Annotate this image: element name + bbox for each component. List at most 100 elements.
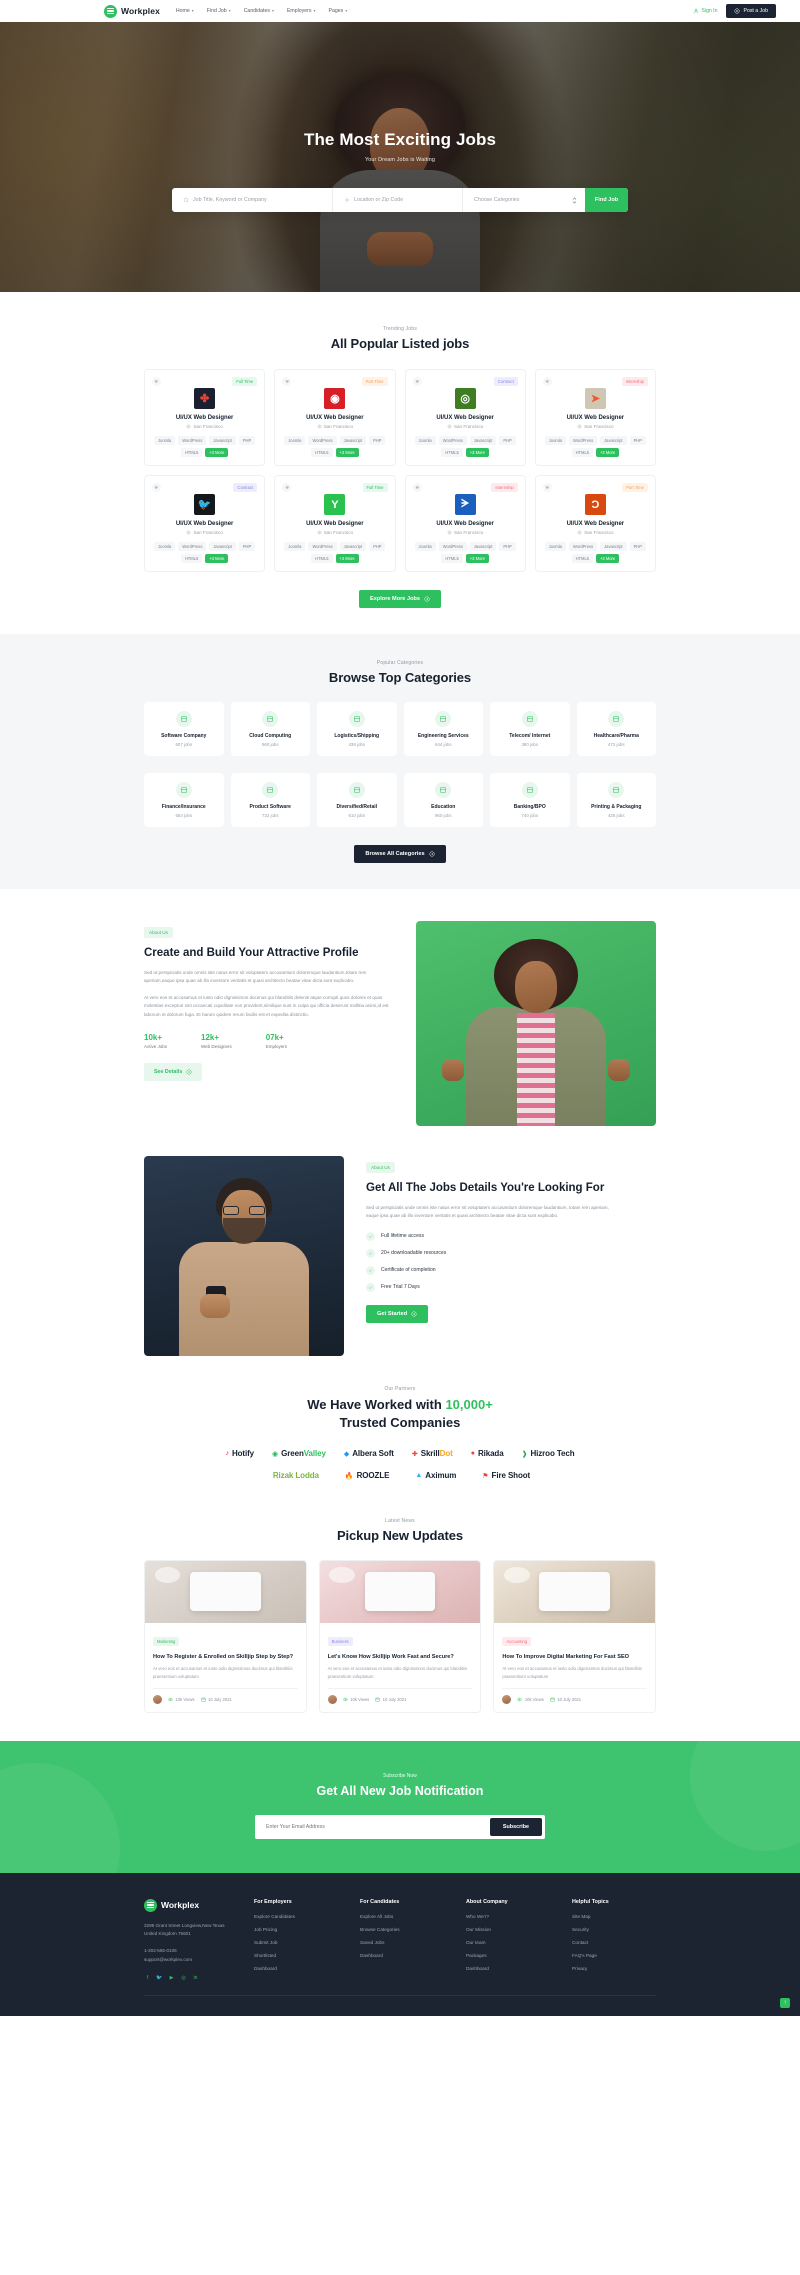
facebook-icon[interactable]: f (144, 1974, 151, 1981)
footer-email[interactable]: support@workplex.com (144, 1956, 232, 1965)
skill-more-tag[interactable]: +3 More (335, 554, 359, 563)
category-card[interactable]: Cloud Computing 960 jobs (230, 702, 310, 756)
category-card[interactable]: Healthcare/Pharma 472 jobs (576, 702, 656, 756)
partner-logo[interactable]: ❱ Hizroo Tech (522, 1449, 575, 1458)
favorite-icon[interactable] (282, 377, 292, 386)
footer-link[interactable]: Who We'r? (466, 1914, 550, 1919)
nav-item-candidates[interactable]: Candidates ▾ (244, 8, 274, 14)
skill-tag: Joomla (284, 436, 306, 445)
news-card[interactable]: Marketing How To Register & Enrolled on … (144, 1560, 307, 1713)
footer-link[interactable]: Our Mission (466, 1927, 550, 1932)
footer-link[interactable]: Dashboard (466, 1966, 550, 1971)
search-category-select[interactable]: Choose Categories (463, 188, 585, 212)
footer-link[interactable]: Privacy (572, 1966, 656, 1971)
category-grid-row1: Software Company 607 jobs Cloud Computin… (144, 702, 656, 756)
skill-more-tag[interactable]: +3 More (335, 448, 359, 457)
nav-item-find-job[interactable]: Find Job ▾ (207, 8, 231, 14)
footer-link[interactable]: Browse Categories (360, 1927, 444, 1932)
arrow-right-circle-icon (424, 596, 430, 602)
search-location-field[interactable]: Location or Zip Code (333, 188, 463, 212)
footer-link[interactable]: Packages (466, 1953, 550, 1958)
skill-more-tag[interactable]: +3 More (596, 448, 620, 457)
favorite-icon[interactable] (412, 377, 422, 386)
find-job-button[interactable]: Find Job (585, 188, 628, 212)
job-card[interactable]: Internship ᗒ UI/UX Web Designer San Fran… (404, 475, 526, 572)
job-card[interactable]: Full Time ✤ UI/UX Web Designer San Franc… (144, 369, 266, 466)
footer-link[interactable]: Dashboard (360, 1953, 444, 1958)
partner-logo[interactable]: Rizak Lodda (270, 1471, 319, 1480)
category-card[interactable]: Diversified/Retail 610 jobs (317, 773, 397, 827)
category-card[interactable]: Product Software 732 jobs (230, 773, 310, 827)
job-card[interactable]: Internship ➤ UI/UX Web Designer San Fran… (534, 369, 656, 466)
category-card[interactable]: Finance/Insurance 654 jobs (144, 773, 224, 827)
search-keyword-field[interactable]: Job Title, Keyword or Company (183, 188, 333, 212)
category-card[interactable]: Logistics/Shipping 438 jobs (317, 702, 397, 756)
news-card[interactable]: Business Let's Know How Skilljip Work Fa… (318, 1560, 482, 1713)
get-started-button[interactable]: Get Started (366, 1304, 429, 1323)
post-job-button[interactable]: Post a Job (726, 4, 776, 18)
category-card[interactable]: Banking/BPO 740 jobs (490, 773, 570, 827)
partner-logos-row2: Rizak Lodda 🔥 ROOZLE ▲ Aximum ⚑ Fire Sho… (144, 1471, 656, 1480)
skill-more-tag[interactable]: +3 More (596, 554, 620, 563)
partner-logo[interactable]: ◆ Albera Soft (344, 1449, 394, 1458)
skill-more-tag[interactable]: +3 More (465, 554, 489, 563)
job-card[interactable]: Full Time Y UI/UX Web Designer San Franc… (274, 475, 396, 572)
scroll-to-top-button[interactable]: ↑ (780, 1998, 790, 2009)
skill-more-tag[interactable]: +3 More (465, 448, 489, 457)
partner-logo[interactable]: ⚑ Fire Shoot (482, 1471, 530, 1480)
favorite-icon[interactable] (412, 483, 422, 492)
footer-link[interactable]: Our team (466, 1940, 550, 1945)
footer-link[interactable]: Dashboard (254, 1966, 338, 1971)
footer-link[interactable]: Saved Jobs (360, 1940, 444, 1945)
job-card[interactable]: Contract 🐦 UI/UX Web Designer San Franci… (144, 475, 266, 572)
twitter-icon[interactable]: 🐦 (156, 1974, 163, 1981)
brand-logo[interactable]: Workplex (104, 4, 160, 18)
partner-logo[interactable]: ● Rikada (471, 1449, 504, 1458)
skill-more-tag[interactable]: +3 More (205, 554, 229, 563)
favorite-icon[interactable] (282, 483, 292, 492)
nav-item-employers[interactable]: Employers ▾ (287, 8, 316, 14)
browse-all-categories-button[interactable]: Browse All Categories (354, 845, 446, 863)
footer-link[interactable]: Explore All Jobs (360, 1914, 444, 1919)
explore-more-jobs-button[interactable]: Explore More Jobs (358, 590, 442, 608)
footer-link[interactable]: Security (572, 1927, 656, 1932)
sign-in-button[interactable]: Sign In (693, 8, 717, 14)
job-card[interactable]: Part Time ◉ UI/UX Web Designer San Franc… (274, 369, 396, 466)
footer-link[interactable]: Shortlisted (254, 1953, 338, 1958)
youtube-icon[interactable]: ▶ (168, 1974, 175, 1981)
whatsapp-icon[interactable]: ◎ (180, 1974, 187, 1981)
partner-logo[interactable]: ✚ SkrillDot (412, 1449, 453, 1458)
footer-link[interactable]: Site Map (572, 1914, 656, 1919)
nav-item-pages[interactable]: Pages ▾ (328, 8, 347, 14)
category-card[interactable]: Telecom/ Internet 380 jobs (490, 702, 570, 756)
favorite-icon[interactable] (152, 483, 161, 492)
nav-item-home[interactable]: Home ▾ (176, 8, 194, 14)
footer-link[interactable]: FAQ's Page (572, 1953, 656, 1958)
partner-logo[interactable]: ♪ Hotify (225, 1449, 254, 1458)
subscribe-button[interactable]: Subscribe (489, 1817, 542, 1836)
category-card[interactable]: Printing & Packaging 425 jobs (576, 773, 656, 827)
footer-link[interactable]: Job Pricing (254, 1927, 338, 1932)
category-card[interactable]: Software Company 607 jobs (144, 702, 224, 756)
footer-link[interactable]: Explore Candidates (254, 1914, 338, 1919)
job-card[interactable]: Part Time Ɔ UI/UX Web Designer San Franc… (534, 475, 656, 572)
footer-brand-logo[interactable]: Workplex (144, 1898, 232, 1912)
news-card[interactable]: Accounting How To Improve Digital Market… (493, 1560, 656, 1713)
partner-logo[interactable]: 🔥 ROOZLE (345, 1471, 390, 1480)
footer-link[interactable]: Submit Job (254, 1940, 338, 1945)
category-card[interactable]: Engineering Services 644 jobs (403, 702, 483, 756)
favorite-icon[interactable] (152, 377, 161, 386)
partner-logo[interactable]: ▲ Aximum (415, 1471, 456, 1480)
see-details-button[interactable]: See Details (144, 1063, 203, 1082)
skill-more-tag[interactable]: +3 More (205, 448, 229, 457)
category-card[interactable]: Education 960 jobs (403, 773, 483, 827)
linkedin-icon[interactable]: in (192, 1974, 199, 1981)
partner-logo[interactable]: ◉ GreenValley (272, 1449, 326, 1458)
footer-phone[interactable]: 1-202-555-0106 (144, 1947, 232, 1956)
job-card[interactable]: Contract ◎ UI/UX Web Designer San Franci… (404, 369, 526, 466)
favorite-icon[interactable] (542, 483, 552, 492)
footer-link[interactable]: Contact (572, 1940, 656, 1945)
email-input[interactable] (258, 1817, 490, 1836)
favorite-icon[interactable] (542, 377, 552, 386)
search-icon (183, 197, 189, 203)
